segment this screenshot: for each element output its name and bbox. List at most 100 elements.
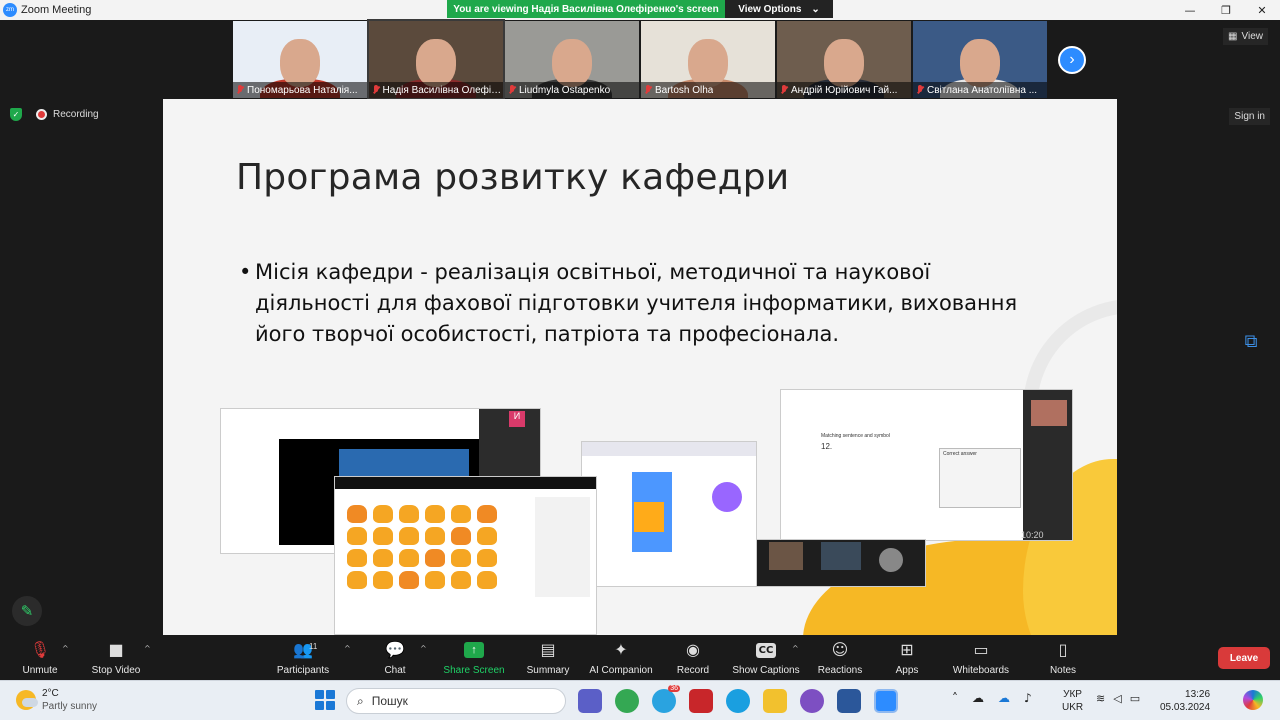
side-tool-icon[interactable]: ⧉ — [1238, 328, 1264, 354]
screenshot-emoji-app — [334, 476, 597, 635]
whiteboard-icon: ▭ — [973, 640, 989, 659]
sticker-icon — [373, 549, 393, 567]
shared-screen-slide: Програма розвитку кафедри • Місія кафедр… — [163, 99, 1117, 635]
chevron-up-icon[interactable]: ˄ — [952, 691, 958, 705]
participant-face — [552, 39, 592, 87]
weather-condition: Partly sunny — [42, 701, 98, 712]
weather-text: 2°C Partly sunny — [42, 687, 97, 713]
sticker-icon — [347, 571, 367, 589]
taskbar-search[interactable]: ⌕ Пошук — [346, 688, 566, 714]
participant-face — [824, 39, 864, 87]
summary-button[interactable]: ▤ Summary — [508, 640, 588, 676]
view-options-button[interactable]: View Options ⌄ — [725, 0, 833, 18]
record-dot-icon — [36, 109, 47, 120]
windows-start-icon[interactable] — [315, 690, 335, 710]
telegram-icon[interactable]: 36 — [652, 685, 680, 713]
ai-companion-button[interactable]: ✦ AI Companion — [581, 640, 661, 676]
sticker-icon — [399, 505, 419, 523]
participants-options-caret[interactable]: ^ — [344, 644, 351, 653]
notes-button[interactable]: ▯ Notes — [1023, 640, 1103, 676]
whiteboards-button[interactable]: ▭ Whiteboards — [941, 640, 1021, 676]
sticker-icon — [373, 505, 393, 523]
clock-time: 13:26 — [1185, 689, 1211, 700]
view-button-label: View — [1241, 31, 1264, 42]
file-explorer-icon[interactable] — [763, 689, 787, 713]
viber-icon[interactable] — [800, 689, 824, 713]
share-screen-button[interactable]: ↑ Share Screen — [434, 640, 514, 676]
next-page-button[interactable]: › — [1058, 46, 1086, 74]
view-button[interactable]: ▦ View — [1223, 28, 1268, 45]
participant-name: Liudmyla Ostapenko — [519, 84, 611, 96]
onedrive-icon[interactable]: ☁ — [998, 691, 1010, 705]
telegram-badge: 36 — [668, 685, 680, 692]
participant-tile[interactable]: Bartosh Olha — [641, 21, 775, 98]
captions-options-caret[interactable]: ^ — [792, 644, 799, 653]
apps-icon: ⊞ — [900, 640, 914, 659]
participants-count: 11 — [309, 642, 318, 651]
participant-face — [688, 39, 728, 87]
mic-muted-icon — [916, 85, 924, 95]
minimize-button[interactable]: — — [1172, 0, 1208, 20]
close-button[interactable]: ✕ — [1244, 0, 1280, 20]
system-tray: ˄ ☁ ☁ ♪ — [952, 691, 1032, 705]
sticker-icon — [399, 527, 419, 545]
apps-label: Apps — [895, 665, 919, 676]
quiz-table-title: Correct answer — [943, 451, 977, 457]
network-volume-battery[interactable]: ≋ ◁ ▭ — [1096, 692, 1140, 705]
bullet-marker: • — [239, 260, 252, 284]
participant-tile[interactable]: Світлана Анатоліївна ... — [913, 21, 1047, 98]
mic-muted-icon — [508, 85, 516, 95]
chat-options-caret[interactable]: ^ — [420, 644, 427, 653]
language-bottom: UKR — [1062, 702, 1084, 713]
cloud-icon[interactable]: ☁ — [972, 691, 984, 705]
participants-button[interactable]: 👥 11 Participants — [263, 640, 343, 676]
teams-icon[interactable] — [578, 689, 602, 713]
participant-name-bar: Bartosh Olha — [641, 82, 775, 98]
participant-name-bar: Пономарьова Наталія... — [233, 82, 367, 98]
copilot-icon[interactable] — [1243, 690, 1263, 710]
annotate-pen-button[interactable]: ✎ — [12, 596, 42, 626]
word-icon[interactable] — [837, 689, 861, 713]
chevron-down-icon: ⌄ — [811, 3, 820, 15]
sticker-icon — [347, 549, 367, 567]
sign-in-button[interactable]: Sign in — [1229, 108, 1270, 125]
sticker-icon — [425, 527, 445, 545]
restore-button[interactable]: ❐ — [1208, 0, 1244, 20]
recording-indicator[interactable]: Recording — [36, 109, 99, 120]
leave-button[interactable]: Leave — [1218, 647, 1270, 669]
language-top: УКР — [1063, 689, 1082, 700]
sticker-icon — [477, 571, 497, 589]
record-button[interactable]: ◉ Record — [653, 640, 733, 676]
weather-widget[interactable]: 2°C Partly sunny — [16, 687, 97, 713]
sticker-icon — [477, 549, 497, 567]
video-options-caret[interactable]: ^ — [144, 644, 151, 653]
participant-name: Bartosh Olha — [655, 84, 714, 96]
sticker-icon — [477, 505, 497, 523]
record-label: Record — [676, 665, 710, 676]
microphone-icon[interactable]: ♪ — [1024, 691, 1032, 705]
taskbar-clock[interactable]: 13:26 05.03.2024 — [1160, 688, 1210, 714]
participant-tile[interactable]: Пономарьова Наталія... — [233, 21, 367, 98]
record-icon: ◉ — [686, 640, 700, 659]
windows-taskbar: 2°C Partly sunny ⌕ Пошук 36 ˄ ☁ ☁ ♪ УКР … — [0, 680, 1280, 720]
participant-tile[interactable]: Liudmyla Ostapenko — [505, 21, 639, 98]
participant-tile[interactable]: Андрій Юрійович Гай... — [777, 21, 911, 98]
sticker-icon — [451, 549, 471, 567]
audio-options-caret[interactable]: ^ — [62, 644, 69, 653]
participant-tile[interactable]: Надія Василівна Олефіре... — [367, 19, 505, 100]
participant-name: Надія Василівна Олефіре... — [382, 84, 503, 96]
mic-muted-icon — [780, 85, 788, 95]
zoom-icon[interactable] — [874, 689, 898, 713]
screenshot-quiz: Matching sentence and symbol 12. Correct… — [780, 389, 1073, 541]
chrome-icon[interactable] — [615, 689, 639, 713]
participants-label: Participants — [276, 665, 330, 676]
window-title: Zoom Meeting — [21, 4, 92, 16]
whiteboards-label: Whiteboards — [952, 665, 1010, 676]
edge-icon[interactable] — [726, 689, 750, 713]
participant-name: Андрій Юрійович Гай... — [791, 84, 898, 96]
mcafee-icon[interactable] — [689, 689, 713, 713]
apps-button[interactable]: ⊞ Apps — [867, 640, 947, 676]
participant-face — [416, 39, 456, 87]
language-indicator[interactable]: УКР UKR — [1062, 688, 1083, 714]
shield-icon[interactable]: ✓ — [10, 108, 22, 121]
